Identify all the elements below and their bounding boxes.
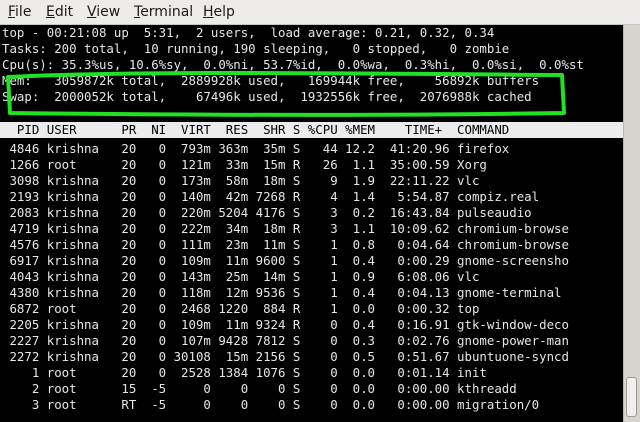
process-row: 4719 krishna 20 0 222m 34m 18m R 3 1.1 1… <box>2 221 569 236</box>
menu-help[interactable]: Help <box>203 3 235 21</box>
top-tasks-line: Tasks: 200 total, 10 running, 190 sleepi… <box>2 41 510 56</box>
menu-view[interactable]: View <box>87 3 120 21</box>
process-row: 3 root RT -5 0 0 0 S 0 0.0 0:00.00 migra… <box>2 397 540 412</box>
scrollbar-thumb[interactable] <box>626 377 637 417</box>
terminal-view[interactable]: top - 00:21:08 up 5:31, 2 users, load av… <box>0 25 623 422</box>
process-row: 1 root 20 0 2528 1384 1076 S 0 0.0 0:01.… <box>2 365 487 380</box>
menu-bar: File Edit View Terminal Help <box>0 0 640 25</box>
menu-edit[interactable]: Edit <box>46 3 73 21</box>
process-row: 4846 krishna 20 0 793m 363m 35m S 44 12.… <box>2 141 510 156</box>
top-mem-line: Mem: 3059872k total, 2889928k used, 1699… <box>2 73 540 88</box>
process-row: 2227 krishna 20 0 107m 9428 7812 S 0 0.3… <box>2 333 569 348</box>
process-row: 2272 krishna 20 0 30108 15m 2156 S 0 0.5… <box>2 349 569 364</box>
process-row: 6917 krishna 20 0 109m 11m 9600 S 1 0.4 … <box>2 253 569 268</box>
process-row: 2083 krishna 20 0 220m 5204 4176 S 3 0.2… <box>2 205 532 220</box>
top-swap-line: Swap: 2000052k total, 67496k used, 19325… <box>2 89 532 104</box>
process-row: 1266 root 20 0 121m 33m 15m R 26 1.1 35:… <box>2 157 487 172</box>
top-cpu-line: Cpu(s): 35.3%us, 10.6%sy, 0.0%ni, 53.7%i… <box>2 57 584 72</box>
vertical-scrollbar[interactable] <box>623 25 640 422</box>
process-row: 4576 krishna 20 0 111m 23m 11m S 1 0.8 0… <box>2 237 569 252</box>
process-row: 4380 krishna 20 0 118m 12m 9536 S 1 0.4 … <box>2 285 562 300</box>
process-row: 2205 krishna 20 0 109m 11m 9324 R 0 0.4 … <box>2 317 569 332</box>
process-row: 2193 krishna 20 0 140m 42m 7268 R 4 1.4 … <box>2 189 540 204</box>
process-table-header: PID USER PR NI VIRT RES SHR S %CPU %MEM … <box>0 122 623 138</box>
menu-file[interactable]: File <box>8 3 31 21</box>
process-row: 2 root 15 -5 0 0 0 S 0 0.0 0:00.00 kthre… <box>2 381 517 396</box>
process-header-text: PID USER PR NI VIRT RES SHR S %CPU %MEM … <box>2 122 510 137</box>
menu-terminal[interactable]: Terminal <box>134 3 193 21</box>
process-row: 6872 root 20 0 2468 1220 884 R 1 0.0 0:0… <box>2 301 480 316</box>
process-row: 4043 krishna 20 0 143m 25m 14m S 1 0.9 6… <box>2 269 480 284</box>
top-uptime-line: top - 00:21:08 up 5:31, 2 users, load av… <box>2 25 495 40</box>
process-row: 3098 krishna 20 0 173m 58m 18m S 9 1.9 2… <box>2 173 480 188</box>
